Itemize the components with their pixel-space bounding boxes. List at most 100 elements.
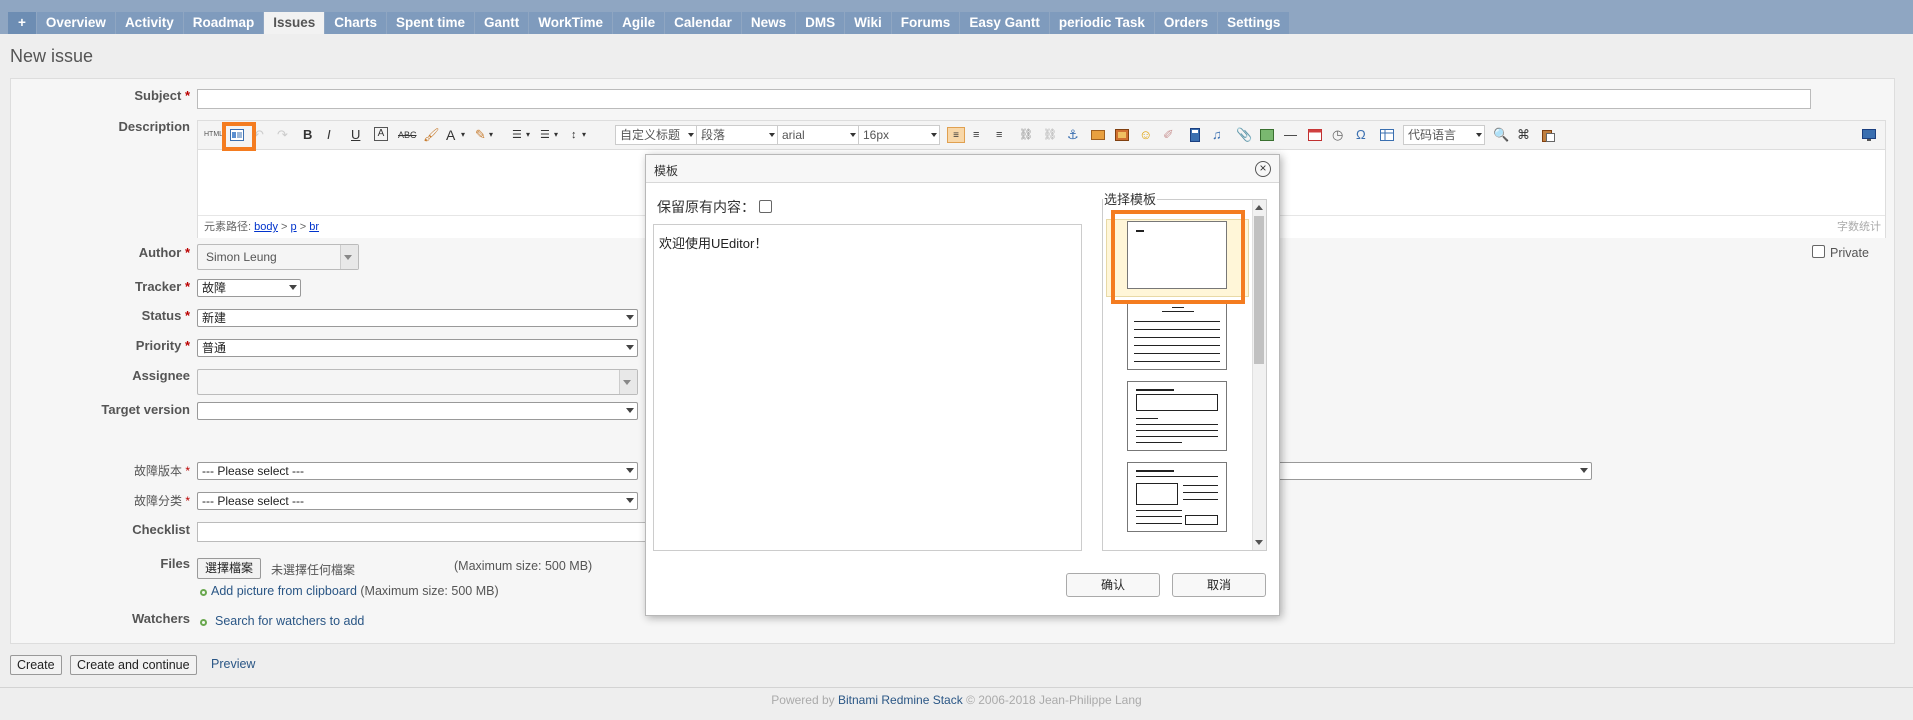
tab-periodic-task[interactable]: periodic Task: [1049, 12, 1154, 34]
secondary-select[interactable]: [1278, 462, 1592, 480]
link-icon[interactable]: ⛓: [1019, 127, 1033, 143]
code-language-select[interactable]: 代码语言: [1403, 125, 1485, 145]
tab-settings[interactable]: Settings: [1218, 12, 1290, 34]
cancel-button[interactable]: 取消: [1172, 573, 1266, 597]
new-object-button[interactable]: +: [8, 12, 36, 34]
confirm-button[interactable]: 确认: [1066, 573, 1160, 597]
unlink-icon[interactable]: ⛓: [1043, 127, 1057, 143]
attachment-icon[interactable]: 📎: [1236, 127, 1252, 143]
line-height-icon[interactable]: ↕: [571, 127, 577, 143]
highlight-dropdown-icon[interactable]: ▾: [489, 127, 493, 143]
insert-frame-icon[interactable]: [1188, 128, 1202, 142]
format-painter-icon[interactable]: 🖌: [423, 127, 440, 143]
font-size-select[interactable]: 16px: [858, 125, 940, 145]
checklist-input[interactable]: [197, 522, 647, 542]
private-field[interactable]: Private: [1812, 245, 1869, 260]
font-border-icon[interactable]: A: [374, 127, 388, 141]
strikethrough-button[interactable]: ABC: [398, 127, 417, 143]
date-icon[interactable]: [1308, 128, 1322, 142]
emotion-icon[interactable]: ☺: [1139, 127, 1152, 143]
underline-button[interactable]: U: [351, 127, 360, 143]
assignee-select[interactable]: [197, 369, 638, 395]
path-p-link[interactable]: p: [291, 221, 297, 233]
fault-version-select[interactable]: --- Please select ---: [197, 462, 638, 480]
author-select[interactable]: Simon Leung: [197, 244, 359, 270]
create-and-continue-button[interactable]: Create and continue: [70, 655, 197, 675]
template-thumb-4[interactable]: [1127, 462, 1227, 532]
scroll-down-icon[interactable]: [1255, 540, 1263, 545]
tracker-select[interactable]: 故障: [197, 279, 301, 297]
horizontal-rule-icon[interactable]: —: [1284, 127, 1297, 143]
tab-calendar[interactable]: Calendar: [665, 12, 741, 34]
tab-worktime[interactable]: WorkTime: [529, 12, 613, 34]
fullscreen-icon[interactable]: [1862, 128, 1876, 142]
tab-dms[interactable]: DMS: [796, 12, 845, 34]
html-source-button[interactable]: HTML: [204, 127, 223, 143]
path-br-link[interactable]: br: [309, 221, 319, 233]
unordered-list-dropdown-icon[interactable]: ▾: [554, 127, 558, 143]
ordered-list-dropdown-icon[interactable]: ▾: [526, 127, 530, 143]
highlight-color-icon[interactable]: ✎: [475, 127, 486, 143]
add-picture-link[interactable]: Add picture from clipboard: [211, 584, 357, 598]
keep-content-checkbox[interactable]: [759, 200, 772, 213]
paste-icon[interactable]: [1541, 128, 1555, 142]
priority-select[interactable]: 普通: [197, 339, 638, 357]
scrawl-icon[interactable]: ✐: [1163, 127, 1174, 143]
search-replace-icon[interactable]: 🔍: [1493, 127, 1509, 143]
align-center-icon[interactable]: ≡: [973, 127, 979, 143]
unordered-list-icon[interactable]: ☰: [540, 127, 550, 143]
template-thumb-2[interactable]: [1127, 300, 1227, 370]
close-icon[interactable]: ×: [1255, 161, 1271, 177]
italic-button[interactable]: I: [327, 127, 331, 143]
tab-roadmap[interactable]: Roadmap: [183, 12, 264, 34]
tab-easy-gantt[interactable]: Easy Gantt: [960, 12, 1049, 34]
tab-issues[interactable]: Issues: [264, 12, 325, 34]
line-height-dropdown-icon[interactable]: ▾: [582, 127, 586, 143]
tab-gantt[interactable]: Gantt: [475, 12, 529, 34]
binoculars-icon[interactable]: ⌘: [1517, 127, 1530, 143]
tab-agile[interactable]: Agile: [613, 12, 665, 34]
paragraph-select[interactable]: 段落: [696, 125, 778, 145]
tab-forums[interactable]: Forums: [891, 12, 960, 34]
anchor-icon[interactable]: ⚓: [1067, 127, 1079, 143]
table-icon[interactable]: [1380, 128, 1394, 142]
target-version-select[interactable]: [197, 402, 638, 420]
font-family-select[interactable]: arial: [777, 125, 859, 145]
tab-overview[interactable]: Overview: [36, 12, 115, 34]
ordered-list-icon[interactable]: ☰: [512, 127, 522, 143]
tab-activity[interactable]: Activity: [115, 12, 183, 34]
image-icon[interactable]: [1091, 128, 1105, 142]
music-icon[interactable]: ♫: [1212, 127, 1222, 143]
align-right-icon[interactable]: ≡: [996, 127, 1002, 143]
font-color-button[interactable]: A: [446, 127, 455, 143]
fault-category-select[interactable]: --- Please select ---: [197, 492, 638, 510]
bold-button[interactable]: B: [303, 127, 312, 143]
heading-select[interactable]: 自定义标题: [615, 125, 697, 145]
scrollbar-thumb[interactable]: [1254, 216, 1264, 364]
special-char-icon[interactable]: Ω: [1356, 127, 1366, 143]
font-color-dropdown-icon[interactable]: ▾: [461, 127, 465, 143]
preview-link[interactable]: Preview: [211, 657, 255, 671]
time-icon[interactable]: ◷: [1332, 127, 1343, 143]
subject-input[interactable]: [197, 89, 1811, 109]
description-label: Description: [118, 119, 190, 134]
private-checkbox[interactable]: [1812, 245, 1825, 258]
create-button[interactable]: Create: [10, 655, 62, 675]
multi-image-icon[interactable]: [1115, 128, 1129, 142]
status-select[interactable]: 新建: [197, 309, 638, 327]
path-body-link[interactable]: body: [254, 221, 278, 233]
redo-icon[interactable]: ↷: [277, 127, 288, 143]
tab-spent-time[interactable]: Spent time: [387, 12, 475, 34]
choose-file-button[interactable]: 選擇檔案: [197, 558, 262, 579]
template-list-scrollbar[interactable]: [1252, 200, 1266, 550]
tab-wiki[interactable]: Wiki: [845, 12, 891, 34]
tab-charts[interactable]: Charts: [325, 12, 387, 34]
template-thumb-3[interactable]: [1127, 381, 1227, 451]
align-left-icon[interactable]: ≡: [947, 127, 965, 143]
map-icon[interactable]: [1260, 128, 1274, 142]
tab-news[interactable]: News: [741, 12, 796, 34]
search-watchers-link[interactable]: Search for watchers to add: [215, 614, 364, 628]
tab-orders[interactable]: Orders: [1154, 12, 1218, 34]
scroll-up-icon[interactable]: [1255, 205, 1263, 210]
bitnami-link[interactable]: Bitnami Redmine Stack: [838, 693, 963, 707]
